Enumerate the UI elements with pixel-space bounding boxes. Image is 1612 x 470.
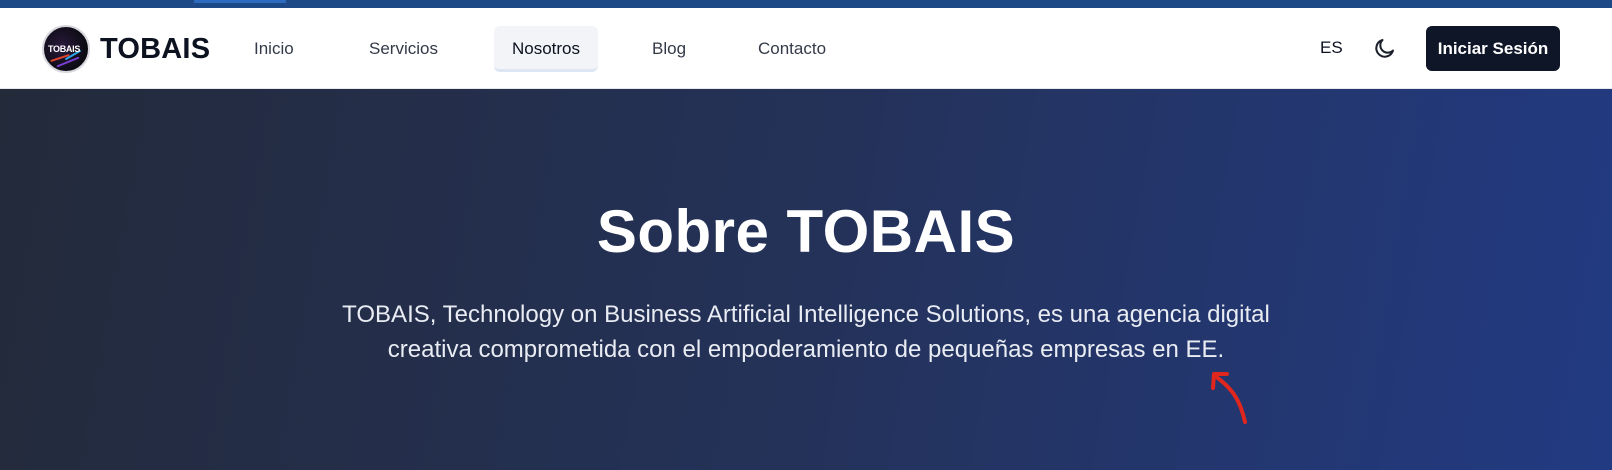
browser-top-strip	[0, 0, 1612, 8]
page-title: Sobre TOBAIS	[596, 198, 1016, 265]
login-button[interactable]: Iniciar Sesión	[1426, 26, 1560, 71]
nav-item-nosotros[interactable]: Nosotros	[494, 26, 598, 72]
nav-item-servicios[interactable]: Servicios	[353, 26, 454, 72]
logo-icon: TOBAIS	[42, 25, 90, 73]
active-tab-indicator	[194, 0, 286, 3]
nav-item-contacto[interactable]: Contacto	[742, 26, 842, 72]
moon-icon[interactable]	[1373, 36, 1397, 60]
nav-item-blog[interactable]: Blog	[636, 26, 702, 72]
annotation-arrow-icon	[1211, 372, 1247, 424]
hero-description: TOBAIS, Technology on Business Artificia…	[342, 301, 1270, 363]
brand-name: TOBAIS	[100, 32, 211, 65]
brand-logo[interactable]: TOBAIS TOBAIS	[42, 25, 210, 73]
site-header: TOBAIS TOBAIS Inicio Servicios Nosotros …	[0, 8, 1612, 89]
nav-item-inicio[interactable]: Inicio	[238, 26, 310, 72]
hero-section: Sobre TOBAIS TOBAIS, Technology on Busin…	[0, 89, 1612, 470]
language-selector[interactable]: ES	[1320, 38, 1343, 58]
logo-text-mark: TOBAIS	[48, 44, 81, 54]
